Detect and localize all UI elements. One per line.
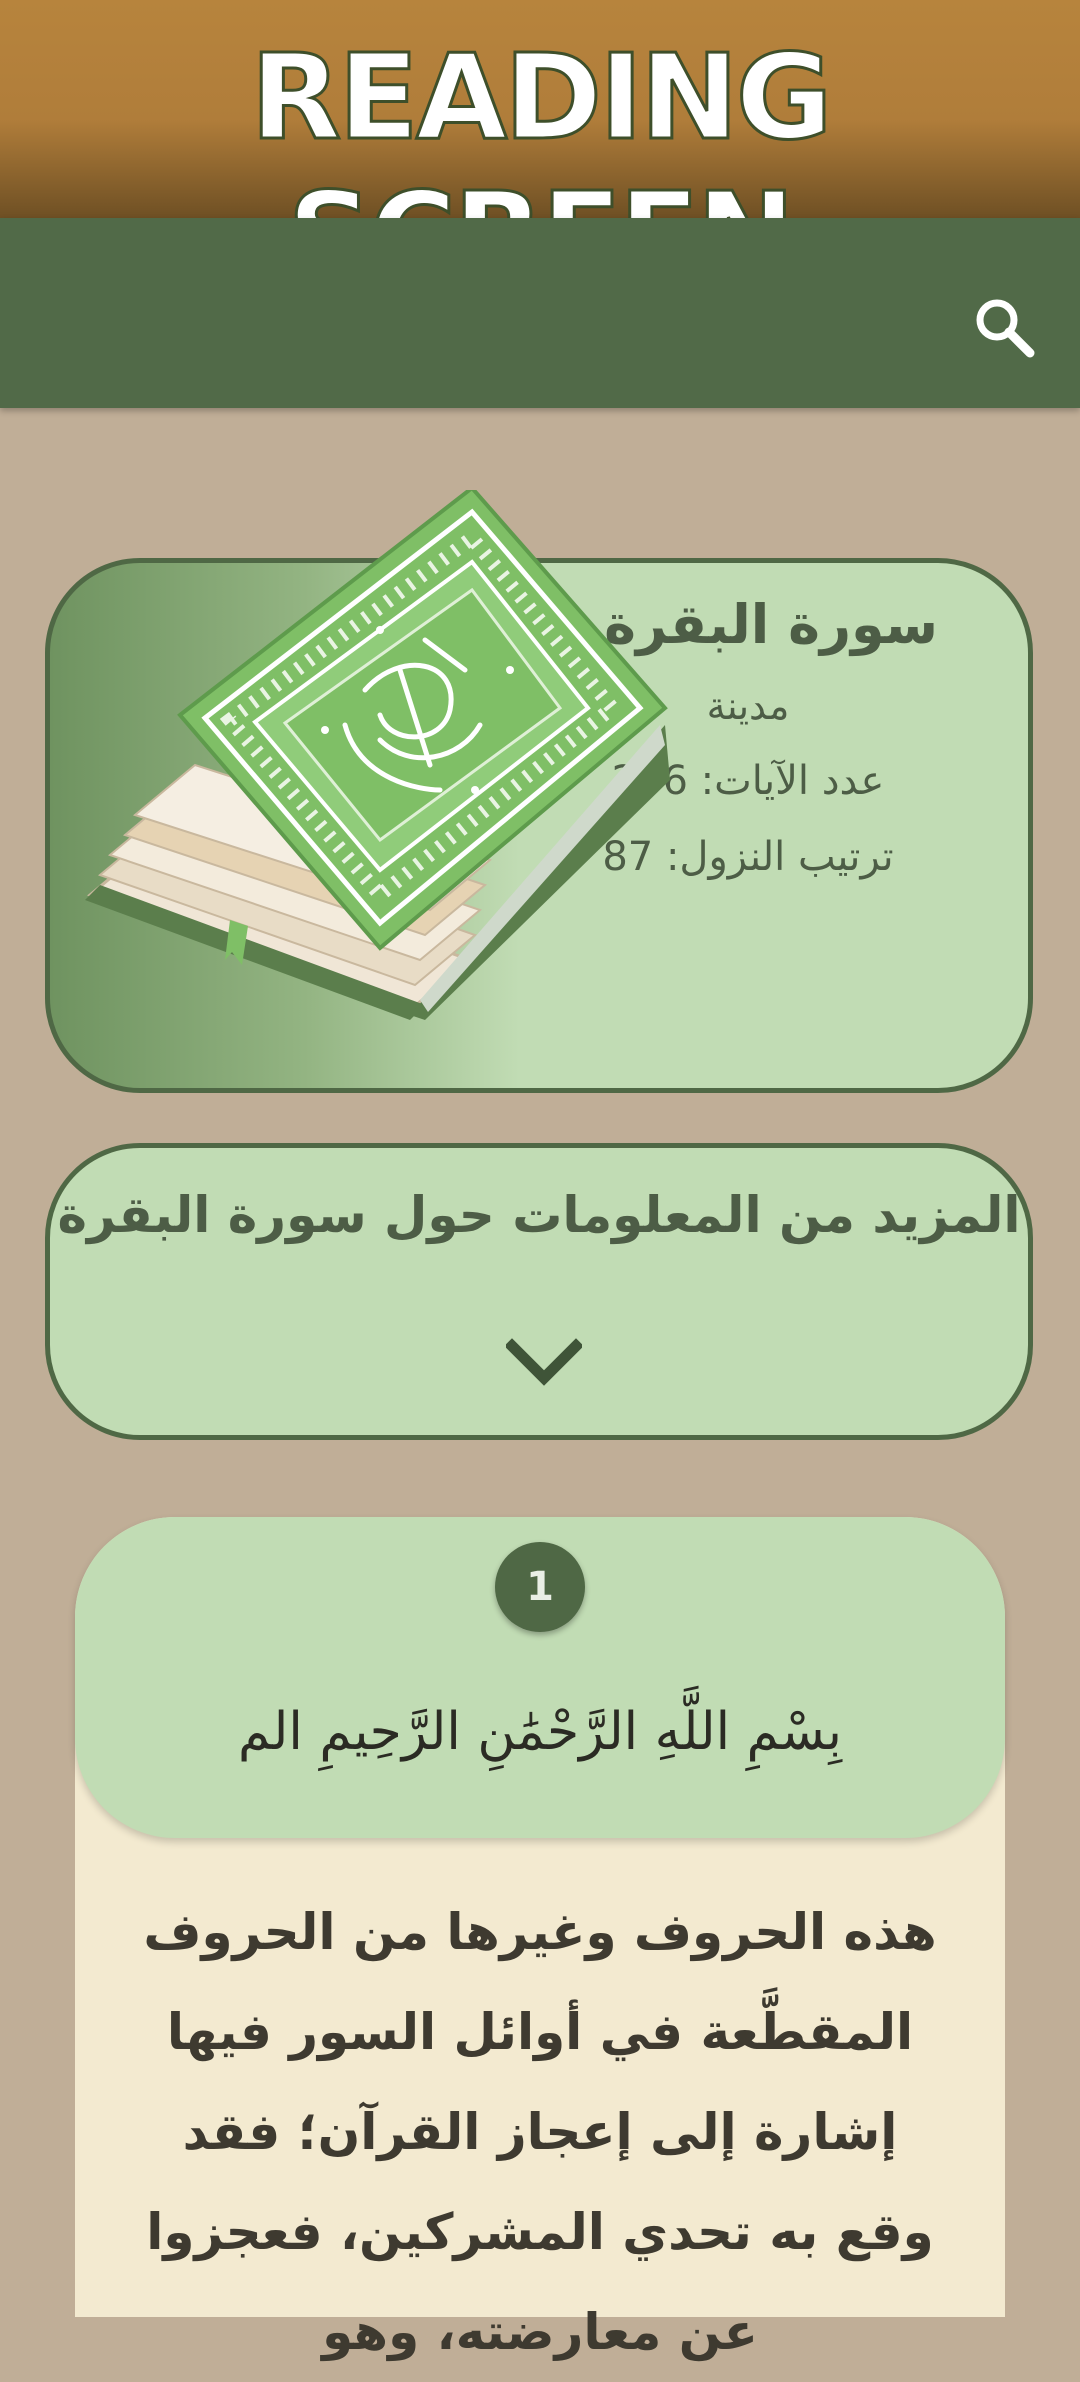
ayah-card: 1 بِسْمِ اللَّهِ الرَّحْمَٰنِ الرَّحِيمِ… [75,1517,1005,2361]
more-info-title: المزيد من المعلومات حول سورة البقرة [57,1186,1021,1244]
more-info-expander[interactable]: المزيد من المعلومات حول سورة البقرة [45,1143,1033,1440]
ayah-header: 1 بِسْمِ اللَّهِ الرَّحْمَٰنِ الرَّحِيمِ… [75,1517,1005,1838]
ayah-tafsir: هذه الحروف وغيرها من الحروف المقطَّعة في… [143,1903,937,2361]
search-icon[interactable] [970,293,1040,363]
app-toolbar [0,218,1080,408]
chevron-down-icon[interactable] [506,1338,582,1388]
ayah-text: بِسْمِ اللَّهِ الرَّحْمَٰنِ الرَّحِيمِ ا… [237,1702,843,1762]
mushaf-book-illustration [85,490,670,1020]
ayah-number-badge: 1 [495,1542,585,1632]
screen-banner: READING SCREEN [0,0,1080,306]
